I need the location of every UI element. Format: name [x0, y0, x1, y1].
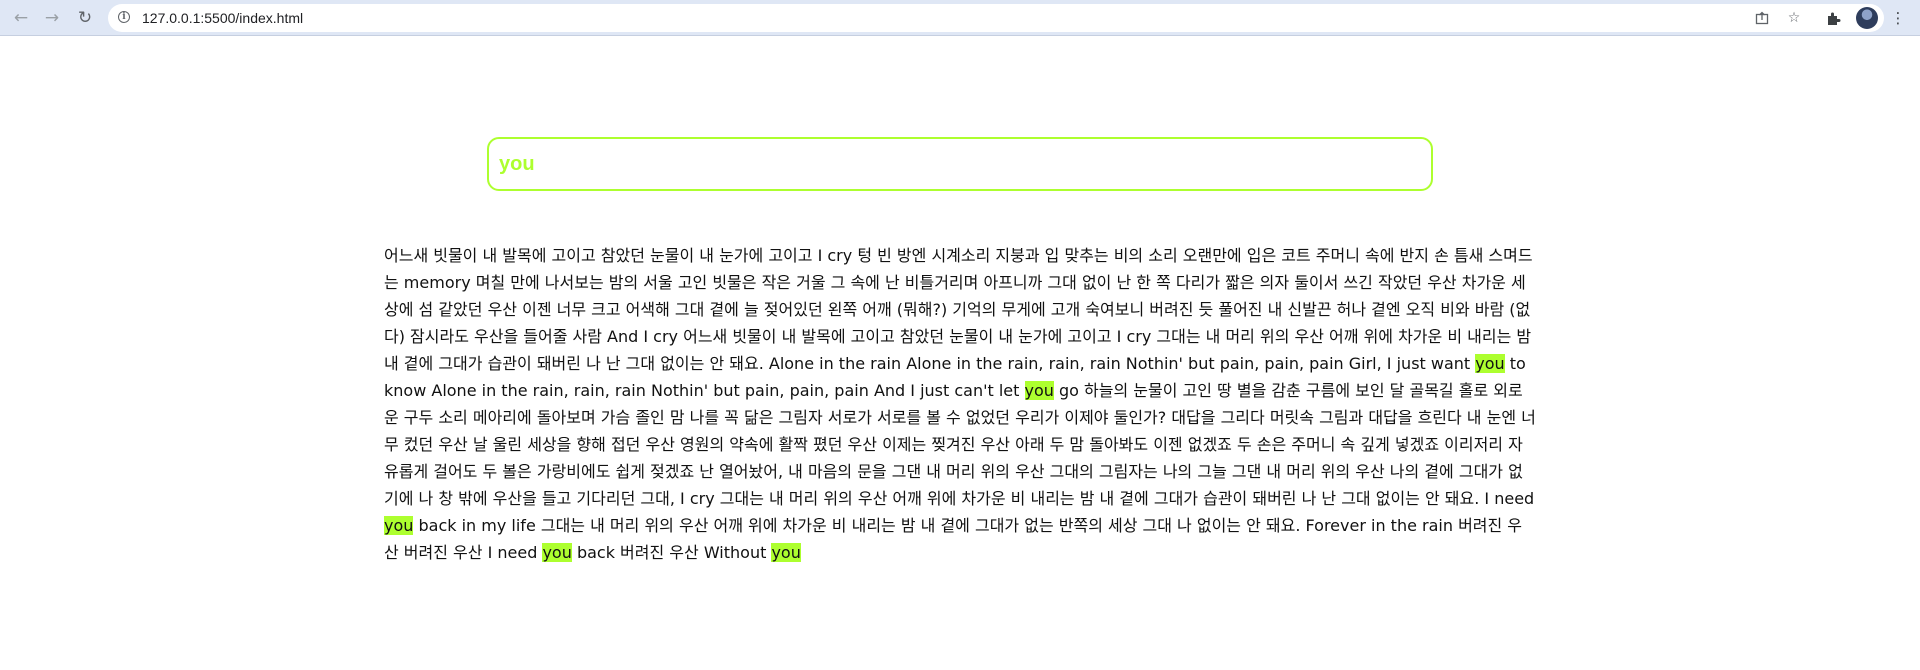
kebab-menu-icon[interactable]: ⋮: [1886, 6, 1910, 30]
star-icon[interactable]: ☆: [1784, 8, 1804, 28]
avatar[interactable]: [1856, 7, 1878, 29]
search-highlight: you: [1475, 354, 1505, 373]
browser-toolbar: ← → ↻ i 127.0.0.1:5500/index.html ☆ ⋮: [0, 0, 1920, 36]
url-text[interactable]: 127.0.0.1:5500/index.html: [142, 10, 303, 26]
info-icon[interactable]: i: [118, 11, 130, 23]
lyrics-text: 어느새 빗물이 내 발목에 고이고 참았던 눈물이 내 눈가에 고이고 I cr…: [384, 242, 1536, 566]
search-box: [487, 137, 1433, 191]
share-icon[interactable]: [1752, 8, 1772, 28]
reload-icon[interactable]: ↻: [73, 6, 97, 30]
search-highlight: you: [542, 543, 572, 562]
search-highlight: you: [1024, 381, 1054, 400]
arrow-right-icon[interactable]: →: [40, 6, 64, 30]
puzzle-icon[interactable]: [1821, 6, 1845, 30]
arrow-left-icon[interactable]: ←: [9, 6, 33, 30]
search-input[interactable]: [499, 149, 1419, 179]
address-bar[interactable]: i 127.0.0.1:5500/index.html ☆: [108, 4, 1884, 32]
lyrics-segment: go 하늘의 눈물이 고인 땅 별을 감춘 구름에 보인 달 골목길 홀로 외로…: [384, 381, 1536, 508]
lyrics-segment: 어느새 빗물이 내 발목에 고이고 참았던 눈물이 내 눈가에 고이고 I cr…: [384, 246, 1533, 373]
lyrics-segment: back 버려진 우산 Without: [571, 543, 772, 562]
search-highlight: you: [384, 516, 414, 535]
search-highlight: you: [771, 543, 801, 562]
